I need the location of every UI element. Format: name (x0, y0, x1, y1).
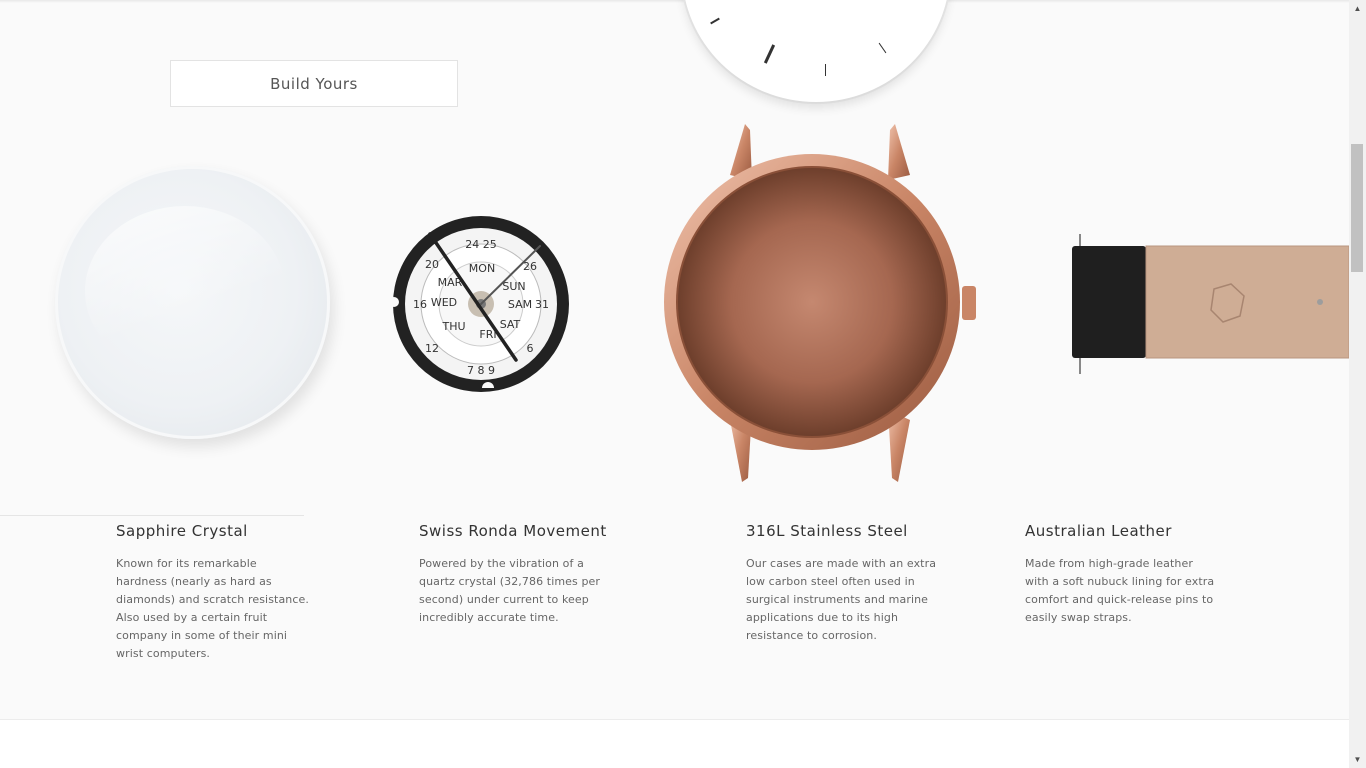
description-line: comfort and quick-release pins to (1025, 593, 1214, 606)
svg-text:31: 31 (535, 298, 549, 311)
feature-title: 316L Stainless Steel (746, 522, 908, 540)
feature-title: Swiss Ronda Movement (419, 522, 607, 540)
svg-text:20: 20 (425, 258, 439, 271)
svg-text:6: 6 (527, 342, 534, 355)
feature-australian-leather: Australian Leather Made from high-grade … (1025, 520, 1245, 627)
sapphire-crystal-image (55, 166, 330, 439)
description-line: diamonds) and scratch resistance. (116, 593, 309, 606)
description-line: Powered by the vibration of a (419, 557, 584, 570)
svg-text:WED: WED (431, 296, 457, 309)
description-line: second) under current to keep (419, 593, 589, 606)
scroll-down-arrow-icon[interactable]: ▼ (1349, 751, 1366, 768)
feature-title: Sapphire Crystal (116, 522, 248, 540)
description-line: quartz crystal (32,786 times per (419, 575, 601, 588)
scroll-up-arrow-icon[interactable]: ▲ (1349, 0, 1366, 17)
feature-ronda-movement: Swiss Ronda Movement Powered by the vibr… (419, 520, 639, 627)
description-line: incredibly accurate time. (419, 611, 559, 624)
ronda-movement-image: 24 25 26 31 6 7 8 9 12 16 20 SUN SAM SAT… (390, 216, 569, 392)
feature-title: Australian Leather (1025, 522, 1172, 540)
svg-text:16: 16 (413, 298, 427, 311)
description-line: applications due to its high (746, 611, 899, 624)
dial-tick (710, 17, 720, 25)
feature-stainless-steel: 316L Stainless Steel Our cases are made … (746, 520, 966, 645)
scrollbar-thumb[interactable] (1351, 144, 1363, 272)
vertical-scrollbar[interactable]: ▲ ▼ (1349, 0, 1366, 768)
section-divider (0, 515, 304, 516)
dial-tick (825, 64, 826, 76)
description-line: Made from high-grade leather (1025, 557, 1193, 570)
dial-tick (878, 42, 887, 54)
svg-text:SAM: SAM (508, 298, 532, 311)
description-line: with a soft nubuck lining for extra (1025, 575, 1215, 588)
build-yours-button[interactable]: Build Yours (170, 60, 458, 107)
next-section (0, 719, 1349, 768)
page-background: Build Yours 24 25 26 31 6 7 8 9 12 16 20… (0, 0, 1349, 768)
description-line: hardness (nearly as hard as (116, 575, 272, 588)
feature-sapphire-crystal: Sapphire Crystal Known for its remarkabl… (116, 520, 316, 663)
svg-text:7 8 9: 7 8 9 (467, 364, 495, 377)
watch-dial-image (682, 0, 950, 102)
svg-text:THU: THU (441, 320, 465, 333)
feature-description: Known for its remarkable hardness (nearl… (116, 555, 316, 663)
feature-description: Made from high-grade leather with a soft… (1025, 555, 1245, 627)
description-line: company in some of their mini (116, 629, 288, 642)
feature-description: Powered by the vibration of a quartz cry… (419, 555, 639, 627)
svg-text:24 25: 24 25 (465, 238, 497, 251)
description-line: resistance to corrosion. (746, 629, 877, 642)
description-line: low carbon steel often used in (746, 575, 915, 588)
svg-text:12: 12 (425, 342, 439, 355)
description-line: Known for its remarkable (116, 557, 257, 570)
svg-text:SAT: SAT (500, 318, 521, 331)
description-line: wrist computers. (116, 647, 210, 660)
leather-strap-image (1072, 234, 1349, 374)
svg-text:SUN: SUN (502, 280, 525, 293)
top-shadow (0, 0, 1349, 3)
description-line: surgical instruments and marine (746, 593, 929, 606)
description-line: Our cases are made with an extra (746, 557, 937, 570)
svg-text:MON: MON (469, 262, 495, 275)
steel-case-image (664, 124, 976, 482)
description-line: Also used by a certain fruit (116, 611, 268, 624)
description-line: easily swap straps. (1025, 611, 1132, 624)
feature-description: Our cases are made with an extra low car… (746, 555, 966, 645)
dial-tick (763, 44, 776, 64)
